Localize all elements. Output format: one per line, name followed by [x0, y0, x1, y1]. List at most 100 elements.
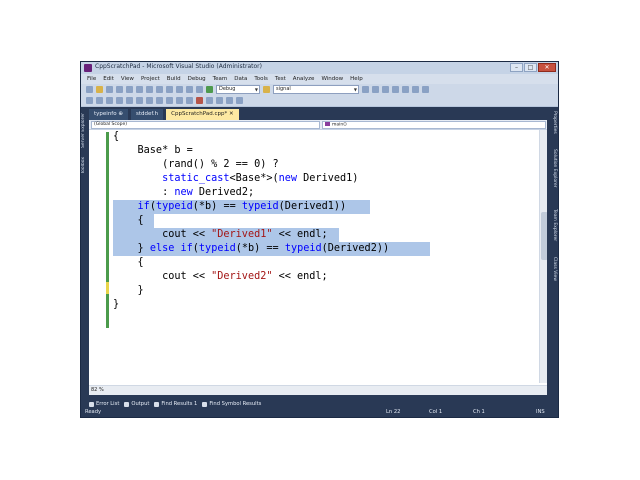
uncomment-icon[interactable]: [146, 97, 153, 104]
find-in-files-icon[interactable]: [263, 86, 270, 93]
toggle-bookmark-icon[interactable]: [156, 97, 163, 104]
quick-info-icon[interactable]: [86, 97, 93, 104]
step-over-icon[interactable]: [216, 97, 223, 104]
menu-window[interactable]: Window: [321, 76, 343, 82]
copy-icon[interactable]: [146, 86, 153, 93]
menu-file[interactable]: File: [87, 76, 96, 82]
breakpoint-icon[interactable]: [196, 97, 203, 104]
insert-mode: INS: [536, 409, 545, 415]
previous-bookmark-icon[interactable]: [166, 97, 173, 104]
menu-tools[interactable]: Tools: [254, 76, 268, 82]
find-icon[interactable]: [362, 86, 369, 93]
left-tool-panels: Server Explorer Toolbox: [81, 109, 89, 399]
find-combo[interactable]: signal ▼: [273, 85, 359, 94]
show-next-statement-icon[interactable]: [236, 97, 243, 104]
solution-explorer-icon[interactable]: [372, 86, 379, 93]
minimize-button[interactable]: –: [510, 63, 523, 72]
toolbox-tab[interactable]: Toolbox: [81, 157, 89, 174]
visual-studio-icon: [84, 64, 92, 72]
start-debugging-icon[interactable]: [206, 86, 213, 93]
close-button[interactable]: ✕: [538, 63, 556, 72]
object-browser-icon[interactable]: [392, 86, 399, 93]
increase-indent-icon[interactable]: [126, 97, 133, 104]
window-title: CppScratchPad - Microsoft Visual Studio …: [95, 63, 262, 70]
code-line: }: [113, 299, 120, 310]
menu-bar: File Edit View Project Build Debug Team …: [81, 74, 558, 84]
menu-edit[interactable]: Edit: [103, 76, 114, 82]
code-line: if(typeid(*b) == typeid(Derived1)): [137, 201, 347, 212]
code-line: }: [113, 285, 144, 296]
member-select[interactable]: main(): [322, 121, 546, 129]
find-results-icon: [154, 401, 160, 407]
method-icon: [325, 122, 330, 126]
tab-cppscratchpad-cpp[interactable]: CppScratchPad.cpp* ✕: [166, 109, 239, 120]
code-line: {: [113, 257, 144, 268]
menu-team[interactable]: Team: [213, 76, 228, 82]
pin-icon[interactable]: ⊕: [118, 111, 123, 117]
maximize-button[interactable]: □: [524, 63, 537, 72]
navigation-bar: (Global Scope) main(): [89, 120, 549, 130]
code-line: cout << "Derived1" << endl;: [113, 229, 328, 240]
cut-icon[interactable]: [136, 86, 143, 93]
menu-build[interactable]: Build: [167, 76, 181, 82]
solution-configuration-select[interactable]: Debug ▼: [216, 85, 260, 94]
clear-bookmarks-icon[interactable]: [186, 97, 193, 104]
redo-icon[interactable]: [176, 86, 183, 93]
horizontal-scrollbar[interactable]: 82 %: [89, 385, 549, 395]
options-icon[interactable]: [422, 86, 429, 93]
server-explorer-tab[interactable]: Server Explorer: [81, 113, 89, 148]
save-all-icon[interactable]: [126, 86, 133, 93]
code-line: {: [113, 131, 120, 142]
decrease-indent-icon[interactable]: [116, 97, 123, 104]
navigate-forward-icon[interactable]: [196, 86, 203, 93]
column-number: Col 1: [429, 409, 443, 415]
navigate-back-icon[interactable]: [186, 86, 193, 93]
step-out-icon[interactable]: [226, 97, 233, 104]
properties-icon[interactable]: [382, 86, 389, 93]
output-icon: [124, 401, 130, 407]
menu-test[interactable]: Test: [275, 76, 286, 82]
tab-label: stddef.h: [135, 111, 159, 117]
toolbox-icon[interactable]: [402, 86, 409, 93]
add-item-icon[interactable]: [106, 86, 113, 93]
menu-analyze[interactable]: Analyze: [293, 76, 315, 82]
scope-select[interactable]: (Global Scope): [91, 121, 320, 129]
properties-tab[interactable]: Properties: [549, 111, 557, 134]
tab-typeinfo[interactable]: typeinfo ⊕: [89, 109, 128, 120]
open-file-icon[interactable]: [96, 86, 103, 93]
code-area[interactable]: { Base* b = (rand() % 2 == 0) ? static_c…: [111, 130, 537, 370]
extension-manager-icon[interactable]: [412, 86, 419, 93]
tab-label: typeinfo: [94, 111, 117, 117]
parameter-info-icon[interactable]: [96, 97, 103, 104]
window-controls: – □ ✕: [510, 63, 556, 73]
code-editor[interactable]: (Global Scope) main() { Base* b = (rand(…: [89, 120, 549, 395]
word-completion-icon[interactable]: [106, 97, 113, 104]
paste-icon[interactable]: [156, 86, 163, 93]
code-line: {: [113, 215, 144, 226]
code-line: } else if(typeid(*b) == typeid(Derived2)…: [113, 243, 390, 254]
step-into-icon[interactable]: [206, 97, 213, 104]
new-project-icon[interactable]: [86, 86, 93, 93]
menu-view[interactable]: View: [121, 76, 134, 82]
code-line: (rand() % 2 == 0) ?: [113, 159, 279, 170]
class-view-tab[interactable]: Class View: [549, 257, 557, 281]
undo-icon[interactable]: [166, 86, 173, 93]
comment-icon[interactable]: [136, 97, 143, 104]
code-line: cout << "Derived2" << endl;: [113, 271, 328, 282]
menu-data[interactable]: Data: [234, 76, 247, 82]
menu-debug[interactable]: Debug: [188, 76, 206, 82]
menu-help[interactable]: Help: [350, 76, 363, 82]
team-explorer-tab[interactable]: Team Explorer: [549, 209, 557, 241]
close-icon[interactable]: ✕: [229, 111, 234, 117]
tab-stddef-h[interactable]: stddef.h: [130, 109, 164, 120]
document-tabs: typeinfo ⊕ stddef.h CppScratchPad.cpp* ✕: [89, 109, 239, 120]
zoom-level[interactable]: 82 %: [91, 387, 104, 393]
saved-changes-bar: [106, 132, 109, 328]
menu-project[interactable]: Project: [141, 76, 160, 82]
solution-explorer-tab[interactable]: Solution Explorer: [549, 149, 557, 188]
find-value: signal: [276, 86, 291, 92]
save-icon[interactable]: [116, 86, 123, 93]
code-line: static_cast<Base*>(new Derived1): [162, 173, 359, 184]
next-bookmark-icon[interactable]: [176, 97, 183, 104]
unsaved-changes-bar: [106, 282, 109, 294]
